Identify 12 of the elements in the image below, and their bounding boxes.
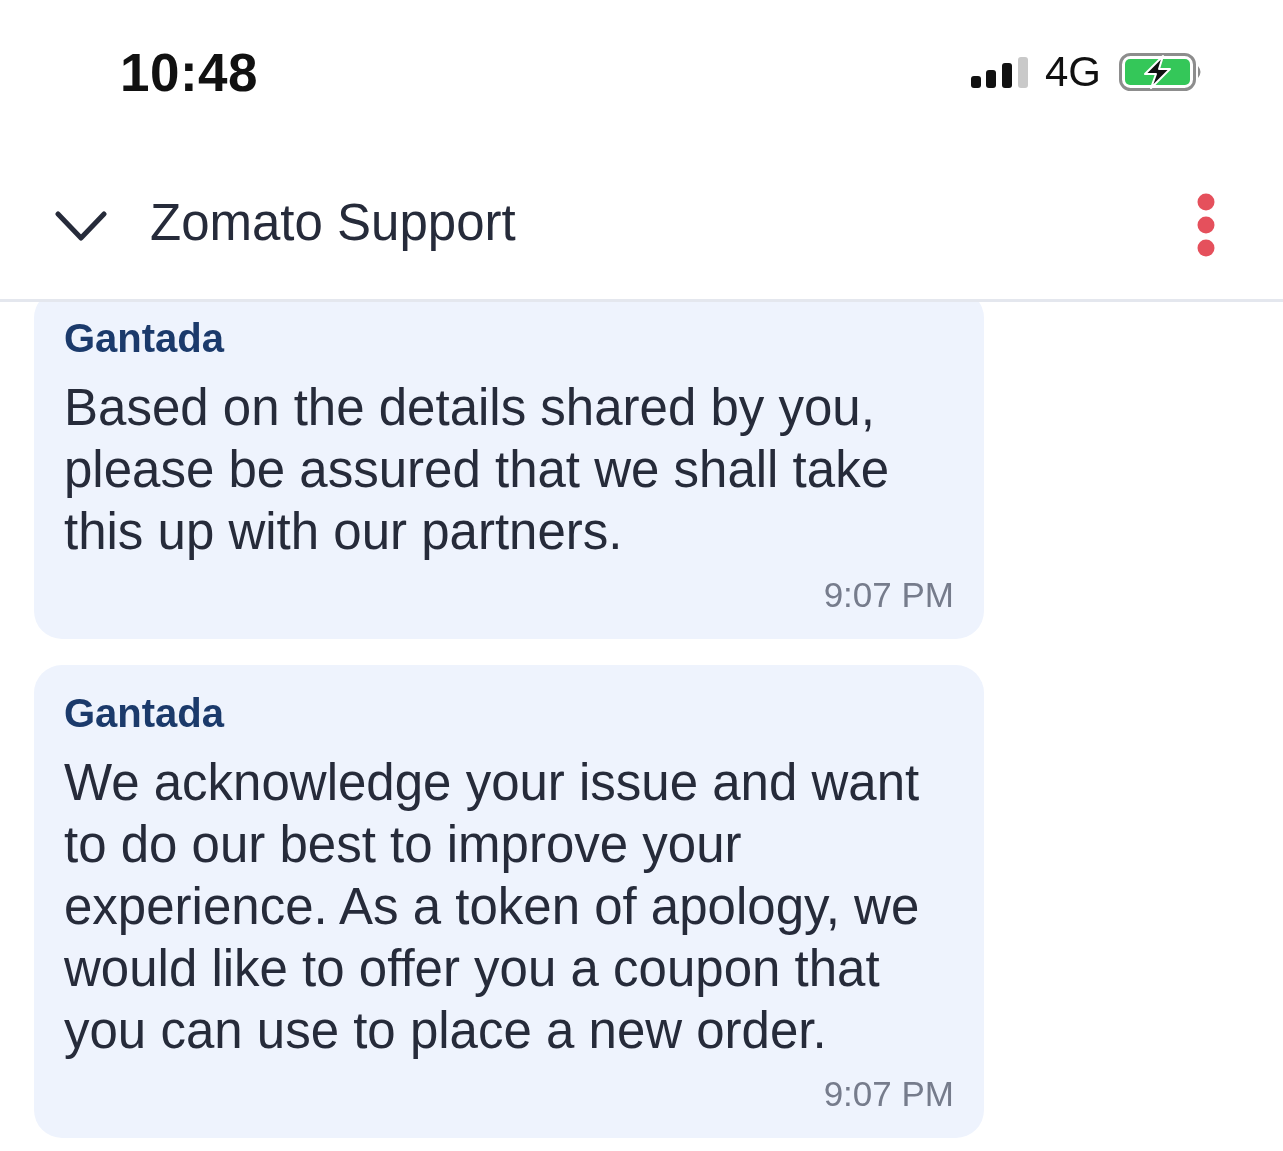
signal-icon (970, 56, 1029, 88)
sender-name: Gantada (64, 316, 226, 360)
chevron-down-icon[interactable] (55, 210, 107, 241)
status-time: 10:48 (120, 41, 259, 103)
message-time: 9:07 PM (823, 574, 954, 616)
network-label: 4G (1044, 51, 1101, 93)
message-text: We acknowledge your issue and want to do our best to improve your experience. As a token of apology, we would like to offer you a coupon that you can use to place a new order. (64, 753, 921, 1061)
chat-title: Zomato Support (150, 193, 517, 253)
message-time: 9:07 PM (823, 1073, 954, 1115)
sender-name: Gantada (64, 691, 226, 735)
more-menu-icon[interactable] (1197, 192, 1215, 257)
message-text: Based on the details shared by you, please be assured that we shall take this up with our partners. (64, 378, 890, 562)
